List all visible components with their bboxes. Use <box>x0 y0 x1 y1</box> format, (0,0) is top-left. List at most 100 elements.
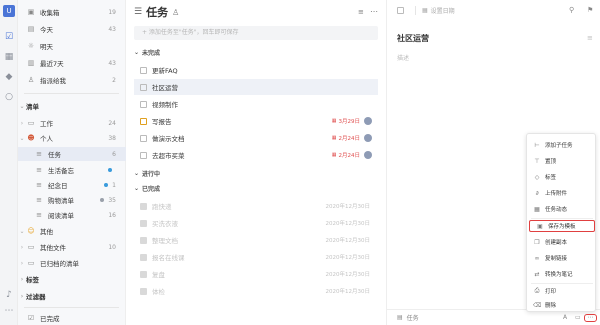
menu-item-print[interactable]: ⎙ 打印 <box>527 285 597 297</box>
tag-icon: ◇ <box>534 173 540 181</box>
task-checkbox-checked[interactable] <box>140 253 147 261</box>
lists-header[interactable]: ⌄ 清单 <box>18 99 126 113</box>
set-date-button[interactable]: 设置日期 <box>431 6 455 15</box>
list-selector[interactable]: 任务 <box>407 313 419 322</box>
filters-header[interactable]: › 过滤器 <box>18 289 126 303</box>
task-row-done[interactable]: 跑快递 2020年12月30日 <box>134 198 378 214</box>
sidebar-item-label: 指派给我 <box>40 77 66 85</box>
detail-checkbox[interactable] <box>397 7 404 14</box>
sidebar-item-life-memo[interactable]: ≡ 生活备忘 <box>18 163 126 177</box>
tag-nav-icon[interactable]: ◆ <box>4 72 14 82</box>
menu-item-save-template[interactable]: ▣ 保存为模板 <box>529 220 595 232</box>
task-row[interactable]: 写报告 ▦ 3月29日 <box>134 113 378 129</box>
group-header-progress[interactable]: ⌄ 进行中 <box>134 167 160 179</box>
task-checkbox[interactable] <box>140 66 147 74</box>
share-user-icon[interactable]: ♙ <box>172 8 179 17</box>
description-input[interactable]: 描述 <box>397 53 409 62</box>
task-row-done[interactable]: 买洗衣液 2020年12月30日 <box>134 215 378 231</box>
calendar-small-icon: ▦ <box>331 152 337 158</box>
color-dot <box>108 168 112 172</box>
sidebar-item-inbox[interactable]: ▣ 收集箱 19 <box>18 5 126 19</box>
task-checkbox[interactable] <box>140 100 147 108</box>
task-checkbox-checked[interactable] <box>140 287 147 295</box>
sidebar-item-shopping[interactable]: ≡ 购物清单 35 <box>18 193 126 207</box>
sidebar-item-completed[interactable]: ☑ 已完成 <box>18 311 126 325</box>
sidebar-item-other[interactable]: ⌄ ☺ 其他 <box>18 224 126 238</box>
sidebar-item-assigned[interactable]: ♙ 指派给我 2 <box>18 73 126 87</box>
chevron-right-icon: › <box>20 275 24 283</box>
text-format-icon[interactable]: ≡ <box>587 34 593 42</box>
sidebar-item-label: 收集箱 <box>40 9 60 17</box>
menu-toggle-icon[interactable]: ☰ <box>134 7 142 17</box>
tags-header[interactable]: › 标签 <box>18 272 126 286</box>
app-window: U ☑ ▦ ◆ ○ ♪ ⋯ ▣ 收集箱 19 ▤ 今天 43 ☼ 明天 ▥ 最近… <box>0 0 600 325</box>
task-checkbox-checked[interactable] <box>140 236 147 244</box>
add-task-input[interactable]: + 添加任务至"任务"，回车即可保存 <box>134 26 378 40</box>
list-icon: ≡ <box>36 211 42 219</box>
task-row-done[interactable]: 整理文档 2020年12月30日 <box>134 232 378 248</box>
sidebar-item-tomorrow[interactable]: ☼ 明天 <box>18 39 126 53</box>
more-options-icon[interactable]: ⋯ <box>370 7 378 16</box>
task-row[interactable]: 去超市买菜 ▦ 2月24日 <box>134 147 378 163</box>
sidebar-item-anniversary[interactable]: ≡ 纪念日 1 <box>18 178 126 192</box>
menu-item-delete[interactable]: ⌫ 删除 <box>527 299 597 311</box>
task-row-selected[interactable]: 社区运营 <box>134 79 378 95</box>
task-row-done[interactable]: 报名在线课 2020年12月30日 <box>134 249 378 265</box>
attachment-icon: ∂ <box>535 189 539 197</box>
comment-icon[interactable]: ▭ <box>575 314 581 321</box>
week-icon: ▥ <box>27 59 35 67</box>
sidebar-item-archived[interactable]: › ▭ 已归档的清单 <box>18 256 126 270</box>
checkbox-nav-icon[interactable]: ☑ <box>4 32 14 42</box>
menu-item-add-subtask[interactable]: ⊢ 添加子任务 <box>527 139 597 151</box>
menu-item-convert-note[interactable]: ⇄ 转换为笔记 <box>527 268 597 280</box>
sidebar-item-personal[interactable]: ⌄ ☻ 个人 38 <box>18 131 126 145</box>
task-checkbox-checked[interactable] <box>140 219 147 227</box>
sidebar-item-count: 43 <box>108 25 116 33</box>
menu-item-pin[interactable]: ⊤ 置顶 <box>527 155 597 167</box>
task-checkbox[interactable] <box>140 117 147 125</box>
chevron-down-icon: ⌄ <box>19 102 25 110</box>
task-title[interactable]: 社区运营 <box>397 33 429 44</box>
menu-item-duplicate[interactable]: ❐ 创建副本 <box>527 236 597 248</box>
avatar[interactable]: U <box>3 5 15 17</box>
more-actions-button[interactable]: ⋯ <box>584 314 597 322</box>
list-icon: ≡ <box>36 150 42 158</box>
sidebar-item-today[interactable]: ▤ 今天 43 <box>18 22 126 36</box>
sidebar-item-next7[interactable]: ▥ 最近7天 43 <box>18 56 126 70</box>
task-row-done[interactable]: 体检 2020年12月30日 <box>134 283 378 299</box>
menu-item-tag[interactable]: ◇ 标签 <box>527 171 597 183</box>
assignee-avatar[interactable] <box>364 134 372 142</box>
search-icon[interactable]: ○ <box>4 92 14 102</box>
task-checkbox[interactable] <box>140 83 147 91</box>
group-header-open[interactable]: ⌄ 未完成 <box>134 46 160 58</box>
bell-icon[interactable]: ♪ <box>4 290 14 300</box>
assignee-avatar[interactable] <box>364 117 372 125</box>
hierarchy-icon[interactable]: ⚲ <box>569 6 574 14</box>
group-header-done[interactable]: ⌄ 已完成 <box>134 182 160 194</box>
detail-header: ▦ 设置日期 <box>397 6 455 15</box>
more-icon[interactable]: ⋯ <box>4 306 14 316</box>
menu-item-attachment[interactable]: ∂ 上传附件 <box>527 187 597 199</box>
menu-item-activity[interactable]: ▦ 任务动态 <box>527 203 597 215</box>
task-row[interactable]: 视频制作 <box>134 96 378 112</box>
sidebar-item-other-files[interactable]: › ▭ 其他文件 10 <box>18 240 126 254</box>
task-row[interactable]: 更新FAQ <box>134 62 378 78</box>
task-checkbox-checked[interactable] <box>140 270 147 278</box>
assignee-avatar[interactable] <box>364 151 372 159</box>
sidebar-item-reading[interactable]: ≡ 阅读清单 16 <box>18 208 126 222</box>
sort-icon[interactable]: ≡ <box>358 8 364 16</box>
task-checkbox-checked[interactable] <box>140 202 147 210</box>
task-row-done[interactable]: 复盘 2020年12月30日 <box>134 266 378 282</box>
flag-icon[interactable]: ⚑ <box>587 6 593 14</box>
task-row[interactable]: 做演示文档 ▦ 2月24日 <box>134 130 378 146</box>
subtask-icon: ⊢ <box>534 141 540 149</box>
chevron-down-icon: ⌄ <box>134 169 140 177</box>
calendar-icon[interactable]: ▦ <box>422 7 428 14</box>
sidebar-item-work[interactable]: › ▭ 工作 24 <box>18 116 126 130</box>
sidebar-item-tasks[interactable]: ≡ 任务 6 <box>18 147 126 161</box>
task-checkbox[interactable] <box>140 151 147 159</box>
calendar-icon[interactable]: ▦ <box>4 52 14 62</box>
menu-item-copy-link[interactable]: ∞ 复制链接 <box>527 252 597 264</box>
font-icon[interactable]: A <box>563 314 567 321</box>
task-checkbox[interactable] <box>140 134 147 142</box>
